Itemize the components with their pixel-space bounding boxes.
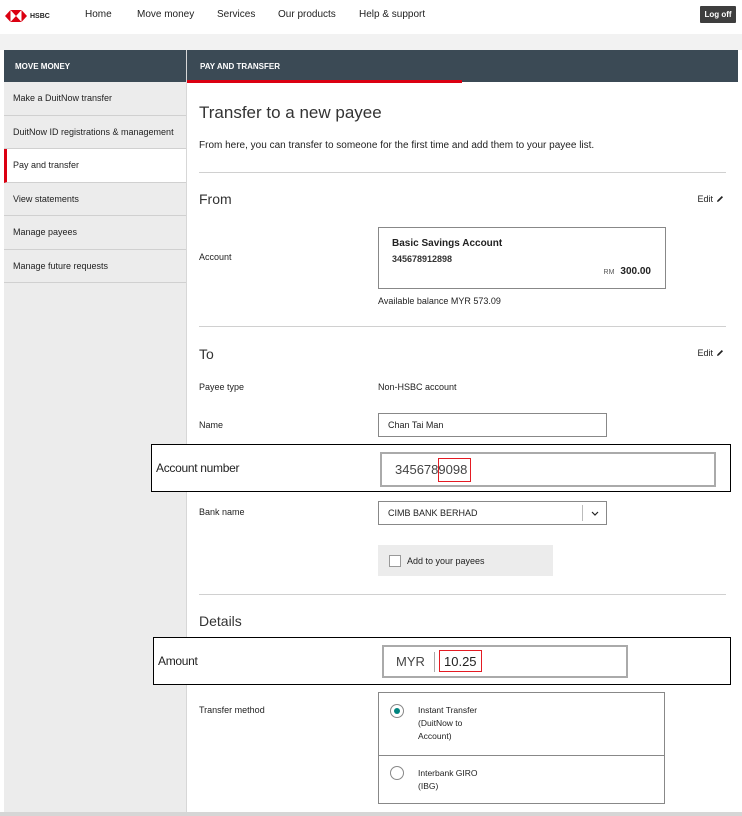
method-line: Instant Transfer [418, 705, 478, 715]
hsbc-logo[interactable]: HSBC [5, 8, 50, 24]
nav-help-support[interactable]: Help & support [359, 9, 425, 20]
header-spacer [0, 34, 742, 50]
method-instant-transfer[interactable]: Instant Transfer (DuitNow to Account) [379, 693, 664, 756]
payee-type-label: Payee type [199, 382, 245, 392]
sidebar-item-duitnow-registrations[interactable]: DuitNow ID registrations & management [4, 116, 186, 149]
nav-our-products[interactable]: Our products [278, 9, 336, 20]
divider [199, 326, 726, 327]
tab-pay-and-transfer[interactable]: PAY AND TRANSFER [187, 50, 738, 82]
method-giro-label: Interbank GIRO (IBG) [418, 767, 478, 793]
sidebar-item-manage-payees[interactable]: Manage payees [4, 216, 186, 250]
currency: RM [603, 269, 615, 276]
method-line: Account) [418, 731, 452, 741]
chevron-down-icon [582, 505, 606, 521]
method-line: (IBG) [418, 781, 439, 791]
account-name: Basic Savings Account [392, 238, 503, 249]
available-balance: Available balance MYR 573.09 [378, 296, 501, 306]
pencil-icon [717, 196, 723, 202]
nav-services[interactable]: Services [217, 9, 255, 20]
method-line: Interbank GIRO [418, 768, 478, 778]
amount-separator [434, 652, 435, 672]
from-edit-link[interactable]: Edit [697, 194, 724, 204]
pencil-icon [717, 350, 723, 356]
from-section-title: From [199, 191, 232, 207]
method-interbank-giro[interactable]: Interbank GIRO (IBG) [379, 756, 664, 804]
add-to-payees-checkbox-row[interactable]: Add to your payees [378, 545, 553, 576]
method-instant-label: Instant Transfer (DuitNow to Account) [418, 704, 477, 743]
transfer-method-label: Transfer method [199, 705, 265, 715]
log-off-button[interactable]: Log off [700, 6, 736, 23]
sidebar-item-manage-future-requests[interactable]: Manage future requests [4, 250, 186, 283]
to-section-title: To [199, 346, 214, 362]
top-navigation: HSBC Home Move money Services Our produc… [0, 0, 742, 34]
sidebar-title: MOVE MONEY [4, 50, 186, 82]
page-title: Transfer to a new payee [199, 103, 382, 122]
radio-selected-icon[interactable] [390, 704, 404, 718]
add-to-payees-checkbox[interactable] [389, 554, 401, 567]
from-account-label: Account [199, 252, 232, 262]
bank-name-label: Bank name [199, 507, 245, 517]
active-tab-indicator [187, 80, 462, 83]
highlight-box [438, 458, 471, 482]
nav-move-money[interactable]: Move money [137, 9, 194, 20]
radio-unselected-icon[interactable] [390, 766, 404, 780]
account-number-row-highlight: Account number 3456789098 [151, 444, 731, 492]
bank-name-select[interactable]: CIMB BANK BERHAD [378, 501, 607, 525]
transfer-method-options: Instant Transfer (DuitNow to Account) Inte… [378, 692, 665, 804]
sidebar-item-pay-and-transfer[interactable]: Pay and transfer [4, 149, 186, 183]
sidebar: MOVE MONEY Make a DuitNow transfer DuitN… [4, 50, 187, 812]
divider [199, 172, 726, 173]
nav-home[interactable]: Home [85, 9, 112, 20]
account-number-input[interactable]: 3456789098 [380, 452, 716, 487]
amount-currency: MYR [396, 654, 425, 669]
method-line: (DuitNow to [418, 718, 463, 728]
divider [199, 594, 726, 595]
account-amount: 300.00 [620, 266, 651, 277]
sidebar-item-view-statements[interactable]: View statements [4, 183, 186, 216]
account-number: 345678912898 [392, 254, 453, 264]
highlight-box [439, 650, 482, 672]
main-content: PAY AND TRANSFER Transfer to a new payee… [187, 50, 738, 812]
to-edit-link[interactable]: Edit [697, 348, 724, 358]
hsbc-hexagon-icon [5, 10, 27, 22]
bank-name-value: CIMB BANK BERHAD [388, 508, 478, 518]
add-to-payees-label: Add to your payees [407, 555, 485, 566]
details-section-title: Details [199, 613, 242, 629]
from-account-card[interactable]: Basic Savings Account 345678912898 RM 300… [378, 227, 666, 289]
bottom-bar [0, 812, 742, 816]
name-label: Name [199, 420, 224, 430]
account-balance: RM 300.00 [604, 266, 651, 277]
payee-name-input[interactable]: Chan Tai Man [378, 413, 607, 437]
edit-label: Edit [697, 348, 713, 358]
amount-input[interactable]: MYR 10.25 [382, 645, 628, 678]
amount-row-highlight: Amount MYR 10.25 [153, 637, 731, 685]
amount-label: Amount [158, 654, 198, 668]
intro-text: From here, you can transfer to someone f… [199, 140, 595, 151]
logo-text: HSBC [30, 12, 50, 20]
sidebar-item-duitnow-transfer[interactable]: Make a DuitNow transfer [4, 82, 186, 116]
edit-label: Edit [697, 194, 713, 204]
account-number-label: Account number [156, 461, 240, 475]
payee-type-value: Non-HSBC account [378, 382, 457, 392]
